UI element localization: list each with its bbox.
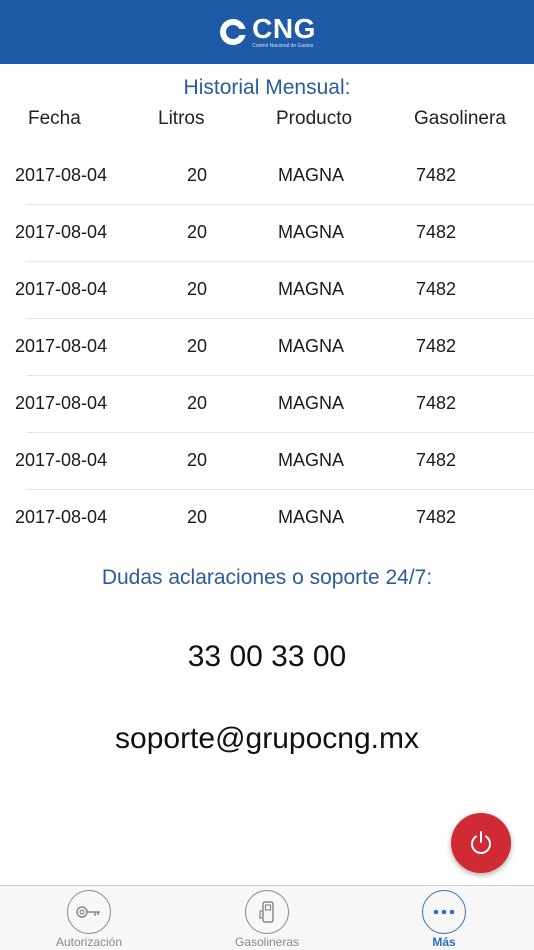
key-icon xyxy=(67,890,111,934)
table-row: 2017-08-04 20 MAGNA 7482 xyxy=(0,205,534,262)
column-header-producto: Producto xyxy=(276,108,353,129)
tab-mas[interactable]: Más xyxy=(374,886,514,950)
tab-autorizacion-label: Autorización xyxy=(55,935,123,949)
support-phone[interactable]: 33 00 33 00 xyxy=(0,640,534,674)
cell-producto: MAGNA xyxy=(278,450,345,470)
cell-producto: MAGNA xyxy=(278,222,345,242)
cell-gasolinera: 7482 xyxy=(416,165,457,185)
cell-producto: MAGNA xyxy=(278,507,345,527)
cell-gasolinera: 7482 xyxy=(416,450,457,470)
support-title: Dudas aclaraciones o soporte 24/7: xyxy=(101,566,433,589)
support-email[interactable]: soporte@grupocng.mx xyxy=(0,722,534,756)
cell-fecha: 2017-08-04 xyxy=(15,336,108,356)
logo-subtitle: Control Nacional de Gastos xyxy=(252,43,314,49)
table-row: 2017-08-04 20 MAGNA 7482 xyxy=(0,319,534,376)
cell-gasolinera: 7482 xyxy=(416,222,457,242)
cell-litros: 20 xyxy=(187,165,208,185)
more-icon xyxy=(422,890,466,934)
cell-producto: MAGNA xyxy=(278,393,345,413)
table-row: 2017-08-04 20 MAGNA 7482 xyxy=(0,148,534,205)
tab-autorizacion[interactable]: Autorización xyxy=(19,886,159,950)
table-row: 2017-08-04 20 MAGNA 7482 xyxy=(0,262,534,319)
table-header: Fecha Litros Producto Gasolinera xyxy=(0,108,534,132)
cng-logo-icon xyxy=(220,19,248,45)
cell-gasolinera: 7482 xyxy=(416,393,457,413)
cng-logo: CNG Control Nacional de Gastos xyxy=(218,15,316,49)
tab-gasolineras-label: Gasolineras xyxy=(234,935,300,949)
cell-gasolinera: 7482 xyxy=(416,507,457,527)
logout-button[interactable] xyxy=(451,813,511,873)
power-icon xyxy=(471,831,491,854)
cell-fecha: 2017-08-04 xyxy=(15,222,108,242)
cell-fecha: 2017-08-04 xyxy=(15,450,108,470)
tab-bar: Autorización Gasolineras Más xyxy=(0,885,534,950)
cell-fecha: 2017-08-04 xyxy=(15,393,108,413)
app-header: CNG Control Nacional de Gastos xyxy=(0,0,534,64)
cell-litros: 20 xyxy=(187,336,208,356)
tab-mas-label: Más xyxy=(432,935,456,949)
gas-pump-icon xyxy=(245,890,289,934)
cell-gasolinera: 7482 xyxy=(416,336,457,356)
cell-litros: 20 xyxy=(187,393,208,413)
cell-producto: MAGNA xyxy=(278,165,345,185)
cell-producto: MAGNA xyxy=(278,279,345,299)
table-row: 2017-08-04 20 MAGNA 7482 xyxy=(0,376,534,433)
column-header-litros: Litros xyxy=(158,108,205,129)
column-header-gasolinera: Gasolinera xyxy=(414,108,506,129)
history-table: 2017-08-04 20 MAGNA 7482 2017-08-04 20 M… xyxy=(0,148,534,547)
history-title: Historial Mensual: xyxy=(183,76,351,99)
logo-text: CNG xyxy=(252,13,316,44)
table-row: 2017-08-04 20 MAGNA 7482 xyxy=(0,490,534,547)
tab-gasolineras[interactable]: Gasolineras xyxy=(197,886,337,950)
cell-fecha: 2017-08-04 xyxy=(15,507,108,527)
cell-litros: 20 xyxy=(187,279,208,299)
cell-litros: 20 xyxy=(187,222,208,242)
cell-litros: 20 xyxy=(187,507,208,527)
column-header-fecha: Fecha xyxy=(28,108,81,129)
cell-fecha: 2017-08-04 xyxy=(15,165,108,185)
table-row: 2017-08-04 20 MAGNA 7482 xyxy=(0,433,534,490)
cell-gasolinera: 7482 xyxy=(416,279,457,299)
cell-producto: MAGNA xyxy=(278,336,345,356)
cell-litros: 20 xyxy=(187,450,208,470)
cell-fecha: 2017-08-04 xyxy=(15,279,108,299)
